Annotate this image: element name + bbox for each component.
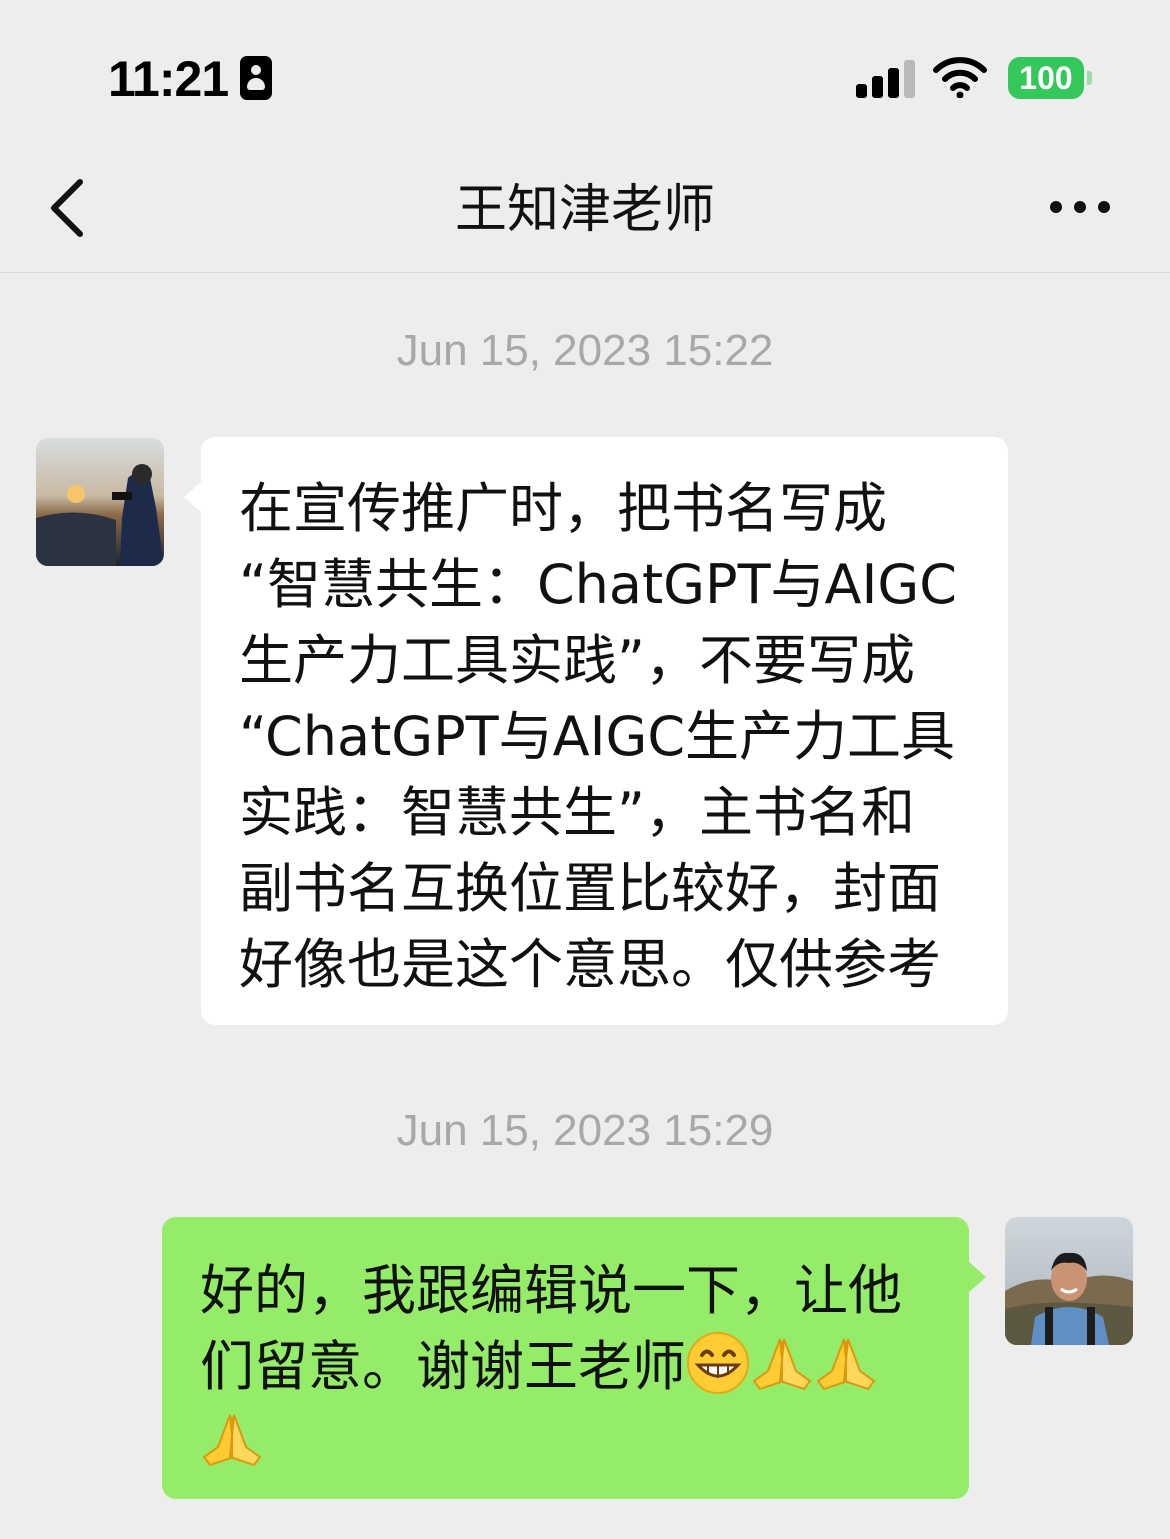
message-line: 好的，我跟编辑说一下，让他	[200, 1259, 902, 1322]
message-line: 好像也是这个意思。仅供参考	[239, 933, 941, 996]
wifi-icon	[933, 57, 987, 98]
grinning-face-emoji	[687, 1332, 749, 1394]
back-button[interactable]	[36, 170, 106, 246]
message-timestamp: Jun 15, 2023 15:22	[396, 326, 774, 375]
folded-hands-emoji	[816, 1338, 876, 1391]
folded-hands-emoji	[202, 1414, 262, 1467]
chevron-left-icon	[51, 179, 83, 237]
chat-title: 王知津老师	[454, 180, 715, 240]
message-line: 副书名互换位置比较好，封面	[239, 857, 941, 920]
message-timestamp: Jun 15, 2023 15:29	[396, 1106, 774, 1155]
more-dots-icon	[1050, 201, 1062, 213]
my-avatar[interactable]	[1005, 1217, 1133, 1345]
battery-tip	[1087, 71, 1092, 85]
message-line: 在宣传推广时，把书名写成	[239, 477, 887, 540]
status-bar: 11:21 100	[0, 0, 1170, 150]
contact-avatar[interactable]	[36, 438, 164, 566]
message-line: 们留意。谢谢王老师	[200, 1335, 686, 1398]
more-options-button[interactable]	[1040, 186, 1120, 230]
outgoing-message-bubble[interactable]: 好的，我跟编辑说一下，让他 们留意。谢谢王老师	[162, 1217, 986, 1499]
folded-hands-emoji	[752, 1338, 812, 1391]
message-line: 生产力工具实践”，不要写成	[239, 629, 915, 692]
incoming-message-bubble[interactable]: 在宣传推广时，把书名写成 “智慧共生：ChatGPT与AIGC 生产力工具实践”…	[184, 437, 1008, 1025]
status-time: 11:21	[108, 51, 229, 107]
message-line-emoji	[200, 1405, 969, 1481]
message-line: “智慧共生：ChatGPT与AIGC	[239, 553, 957, 616]
message-line: 实践：智慧共生”，主书名和	[239, 781, 915, 844]
cellular-signal-icon	[856, 58, 916, 98]
nav-bar: 王知津老师	[0, 150, 1170, 273]
battery-indicator: 100	[1008, 57, 1084, 99]
battery-level: 100	[1019, 60, 1073, 96]
chat-screen: 11:21 100 王知津老师 Jun 15, 2023 15:22 在宣传推广…	[0, 0, 1170, 1539]
message-line: “ChatGPT与AIGC生产力工具	[239, 705, 956, 768]
message-line-with-emoji: 们留意。谢谢王老师	[200, 1329, 969, 1405]
person-card-icon	[240, 56, 272, 100]
